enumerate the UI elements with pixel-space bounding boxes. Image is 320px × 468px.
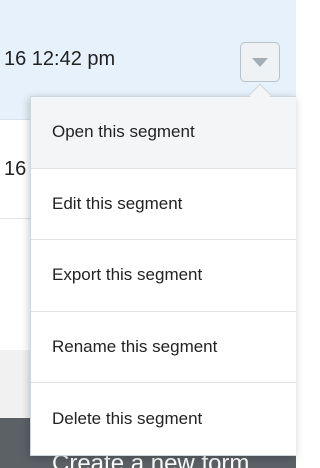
segment-actions-toggle-button[interactable] [240,42,280,82]
menu-item-rename-segment[interactable]: Rename this segment [31,312,296,384]
menu-item-open-segment[interactable]: Open this segment [31,97,296,169]
segment-actions-menu: Open this segment Edit this segment Expo… [30,96,296,456]
menu-item-edit-segment[interactable]: Edit this segment [31,169,296,241]
chevron-down-icon [252,57,268,67]
row-date-text: 16 12:42 pm [4,48,116,70]
menu-item-delete-segment[interactable]: Delete this segment [31,383,296,455]
row-date-text-partial: 16 [4,158,27,180]
menu-item-export-segment[interactable]: Export this segment [31,240,296,312]
